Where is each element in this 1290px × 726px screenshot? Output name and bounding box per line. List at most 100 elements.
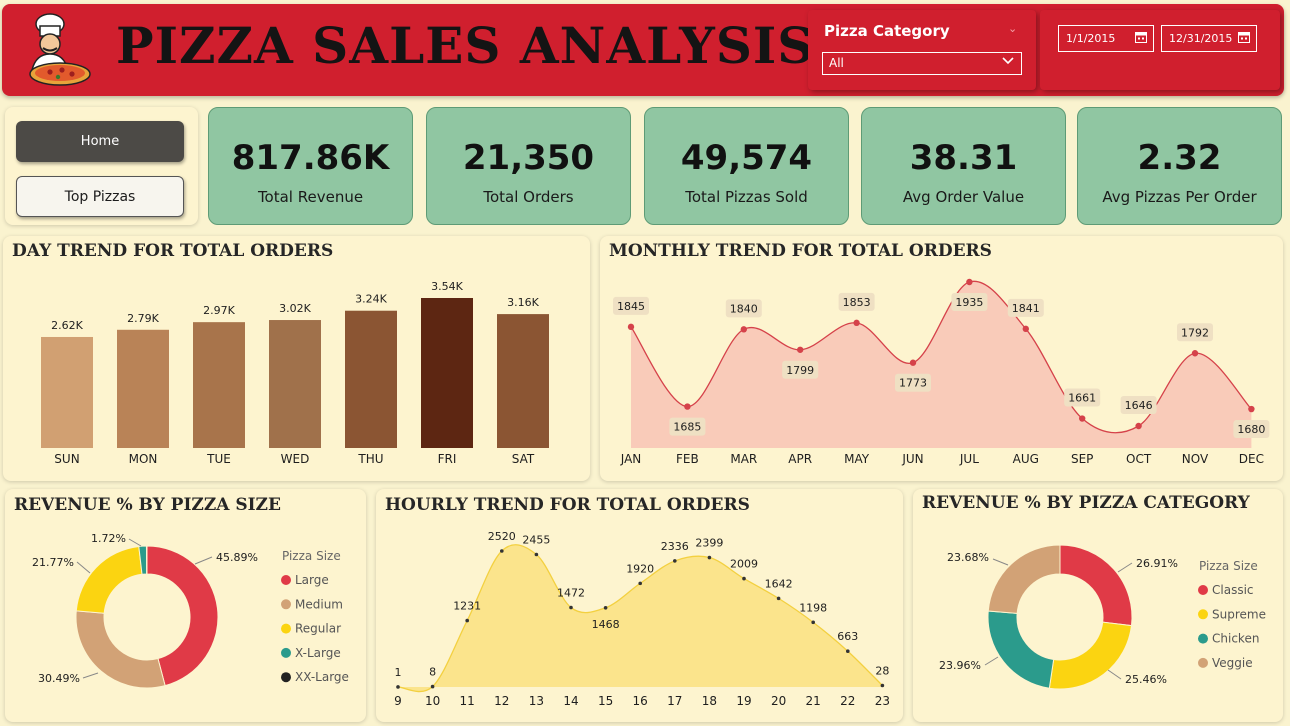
x-tick-label: NOV: [1182, 452, 1209, 466]
size-revenue-chart: Pizza Size Large Medium Regular X-Large XX-La…: [32, 532, 349, 689]
data-point: [534, 552, 539, 557]
data-point: [846, 649, 850, 654]
x-tick-label: APR: [788, 452, 812, 466]
data-label: 2399: [695, 537, 723, 550]
x-tick-label: 22: [840, 694, 855, 708]
kpi-value: 49,574: [680, 138, 813, 178]
data-label: 1920: [626, 562, 654, 575]
calendar-icon[interactable]: [1135, 31, 1147, 46]
kpi-label: Total Revenue: [257, 188, 364, 206]
kpi-total-revenue: 817.86K Total Revenue: [208, 107, 413, 225]
x-tick-label: 21: [806, 694, 821, 708]
data-label: 3.16K: [507, 296, 539, 309]
data-point: [465, 618, 469, 623]
x-tick-label: 11: [460, 694, 475, 708]
data-point: [853, 319, 860, 327]
x-tick-label: 10: [425, 694, 440, 708]
bar: [497, 314, 549, 448]
data-label: 8: [429, 666, 436, 679]
legend-title: Pizza Size: [1199, 559, 1258, 573]
legend-label: Classic: [1212, 583, 1254, 597]
data-label: 1792: [1181, 326, 1209, 339]
data-point: [627, 323, 635, 331]
kpi-label: Total Orders: [483, 188, 574, 206]
x-tick-label: 19: [736, 694, 751, 708]
data-point: [1079, 415, 1086, 422]
category-filter-label: Pizza Category: [824, 22, 950, 40]
end-date-input[interactable]: 12/31/2015: [1161, 25, 1257, 52]
kpi-value: 38.31: [909, 138, 1018, 178]
top-pizzas-button[interactable]: Top Pizzas: [16, 176, 184, 217]
bar: [345, 310, 397, 448]
x-tick-label: JAN: [620, 452, 642, 466]
bar: [421, 298, 473, 448]
legend-label: Chicken: [1212, 632, 1259, 646]
kpi-value: 2.32: [1137, 138, 1222, 178]
data-point: [707, 555, 712, 560]
leader-line: [76, 561, 91, 574]
data-label: 1.72%: [91, 532, 126, 545]
data-label: 1468: [592, 618, 620, 631]
data-label: 1799: [786, 364, 814, 377]
kpi-total-orders: 21,350 Total Orders: [426, 107, 631, 225]
data-label: 2336: [661, 540, 689, 553]
data-label: 23.96%: [939, 659, 981, 672]
data-point: [797, 346, 804, 353]
x-tick-label: 9: [394, 694, 402, 708]
bar: [269, 320, 321, 448]
legend-marker: [1198, 585, 1208, 595]
data-label: 2009: [730, 558, 758, 571]
x-tick-label: TUE: [206, 452, 231, 466]
data-label: 23.68%: [947, 551, 989, 564]
legend-marker: [281, 623, 291, 634]
category-filter-value: All: [829, 56, 844, 70]
day-trend-chart: 2.62K SUN 2.79K MON 2.97K TUE 3.02K WED 3.24K THU…: [41, 280, 549, 466]
data-label: 2520: [488, 530, 516, 543]
data-point: [603, 605, 608, 610]
kpi-label: Total Pizzas Sold: [685, 188, 808, 206]
category-filter-dropdown[interactable]: All: [822, 52, 1022, 75]
data-label: 2455: [522, 534, 550, 547]
data-label: 3.54K: [431, 280, 463, 293]
start-date-input[interactable]: 1/1/2015: [1058, 25, 1154, 52]
x-tick-label: 12: [494, 694, 509, 708]
legend-marker: [1198, 657, 1208, 668]
legend-label: Medium: [295, 597, 343, 611]
home-button[interactable]: Home: [16, 121, 184, 162]
legend-label: X-Large: [295, 646, 341, 660]
data-label: 1853: [843, 296, 871, 309]
x-tick-label: 16: [633, 694, 648, 708]
bar: [193, 322, 245, 448]
legend-title: Pizza Size: [282, 549, 341, 563]
data-label: 28: [875, 664, 889, 677]
data-label: 1642: [765, 577, 793, 590]
data-label: 30.49%: [38, 672, 80, 685]
kpi-value: 817.86K: [231, 138, 390, 178]
leader-line: [992, 558, 1009, 566]
kpi-total-pizzas-sold: 49,574 Total Pizzas Sold: [644, 107, 849, 225]
leader-line: [128, 538, 142, 547]
data-point: [1248, 405, 1255, 413]
x-tick-label: JUN: [901, 452, 923, 466]
collapse-chevron-icon[interactable]: ⌄: [1008, 22, 1017, 35]
x-tick-label: MAR: [730, 452, 757, 466]
data-label: 1685: [673, 421, 701, 434]
x-tick-label: 18: [702, 694, 717, 708]
pie-slice: [75, 545, 143, 614]
data-label: 1840: [730, 302, 758, 315]
leader-line: [1107, 669, 1122, 680]
pie-slice: [1048, 621, 1133, 690]
x-tick-label: MAY: [844, 452, 870, 466]
calendar-icon[interactable]: [1238, 31, 1250, 46]
hourly-trend-chart: 1981012311125201224551314721414681519201…: [394, 530, 890, 708]
data-point: [776, 596, 781, 601]
x-tick-label: SUN: [54, 452, 79, 466]
data-label: 1198: [799, 601, 827, 614]
category-revenue-chart: Pizza Size Classic Supreme Chicken Veggie 26.…: [939, 544, 1266, 690]
data-label: 45.89%: [216, 551, 258, 564]
data-point: [1022, 325, 1029, 333]
x-tick-label: 17: [667, 694, 682, 708]
data-point: [880, 683, 885, 688]
legend-label: Supreme: [1212, 607, 1266, 621]
data-label: 25.46%: [1125, 673, 1167, 686]
